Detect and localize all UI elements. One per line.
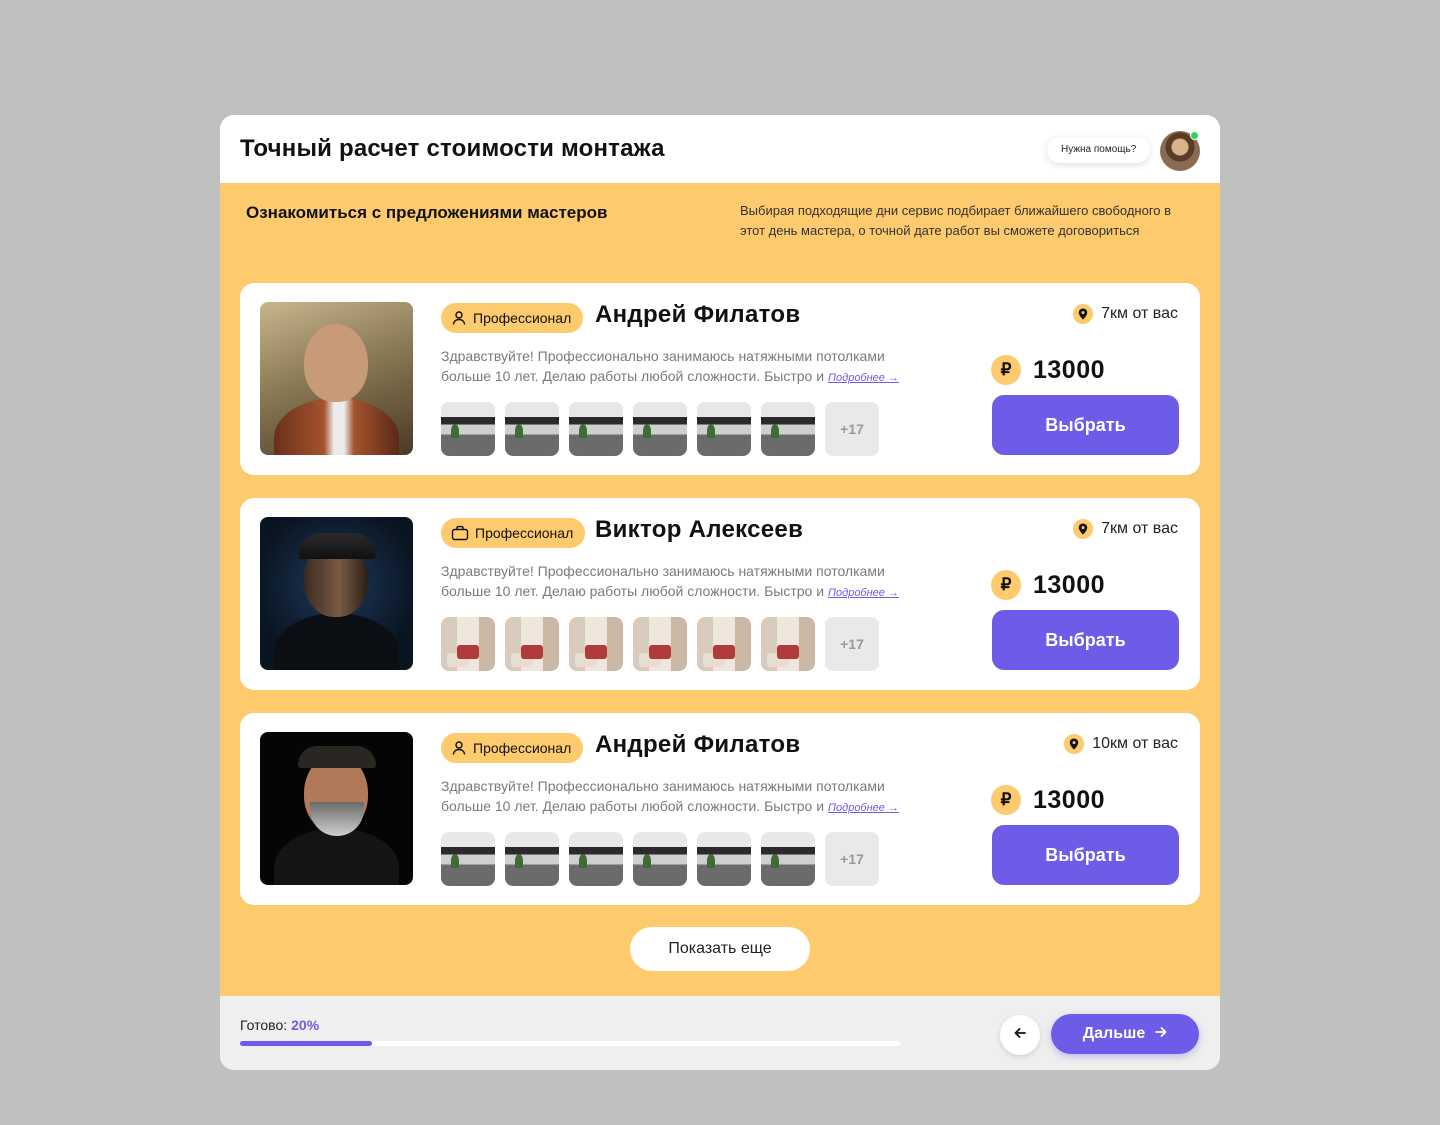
price-value: 13000 [1033, 785, 1106, 814]
section-description: Выбирая подходящие дни сервис подбирает … [740, 203, 1172, 238]
master-photo [260, 732, 413, 885]
location-pin-icon [1064, 734, 1085, 754]
work-photo[interactable] [633, 832, 687, 886]
work-photo[interactable] [761, 402, 815, 456]
briefcase-icon [451, 525, 469, 541]
footer: Готово: 20% Дальше [220, 996, 1220, 1070]
work-photo[interactable] [441, 402, 495, 456]
work-photo[interactable] [441, 832, 495, 886]
description-text: Здравствуйте! Профессионально занимаюсь … [441, 778, 885, 814]
price: ₽ 13000 [991, 355, 1105, 385]
more-link[interactable]: Подробнее → [828, 587, 899, 599]
distance: 10км от вас [1064, 734, 1178, 754]
work-photo[interactable] [505, 402, 559, 456]
work-photo[interactable] [633, 617, 687, 671]
work-photo[interactable] [505, 617, 559, 671]
master-description: Здравствуйте! Профессионально занимаюсь … [441, 776, 921, 818]
description-text: Здравствуйте! Профессионально занимаюсь … [441, 563, 885, 599]
ruble-icon: ₽ [991, 785, 1021, 815]
price-value: 13000 [1033, 570, 1106, 599]
master-card: Профессионал Виктор Алексеев Здравствуйт… [240, 498, 1200, 690]
header: Точный расчет стоимости монтажа Нужна по… [220, 115, 1220, 183]
badge-label: Профессионал [473, 310, 572, 326]
next-button[interactable]: Дальше [1051, 1014, 1199, 1054]
work-photo[interactable] [697, 832, 751, 886]
page-title: Точный расчет стоимости монтажа [240, 135, 665, 162]
price: ₽ 13000 [991, 785, 1105, 815]
master-photo [260, 302, 413, 455]
more-photos-button[interactable]: +17 [825, 832, 879, 886]
pro-badge: Профессионал [441, 303, 584, 333]
work-gallery: +17 [441, 402, 879, 456]
distance-text: 7км от вас [1101, 305, 1178, 322]
pro-badge: Профессионал [441, 518, 586, 548]
master-name: Виктор Алексеев [595, 516, 804, 543]
section-title: Ознакомиться с предложениями мастеров [246, 203, 608, 222]
master-card: Профессионал Андрей Филатов Здравствуйте… [240, 283, 1200, 475]
progress-label: Готово: 20% [240, 1017, 319, 1033]
progress-bar [240, 1041, 900, 1046]
location-pin-icon [1073, 304, 1094, 324]
master-photo [260, 517, 413, 670]
offers-section: Ознакомиться с предложениями мастеров Вы… [220, 183, 1220, 996]
help-button[interactable]: Нужна помощь? [1047, 137, 1151, 163]
master-name: Андрей Филатов [595, 301, 801, 328]
master-name: Андрей Филатов [595, 731, 801, 758]
distance: 7км от вас [1073, 519, 1178, 539]
master-card: Профессионал Андрей Филатов Здравствуйте… [240, 713, 1200, 905]
ready-value: 20% [291, 1017, 320, 1033]
online-status-dot [1190, 131, 1199, 140]
work-photo[interactable] [697, 617, 751, 671]
work-photo[interactable] [569, 402, 623, 456]
arrow-right-icon [1155, 1025, 1167, 1043]
progress-fill [240, 1041, 372, 1046]
work-photo[interactable] [441, 617, 495, 671]
work-photo[interactable] [697, 402, 751, 456]
badge-label: Профессионал [475, 525, 574, 541]
app-window: Точный расчет стоимости монтажа Нужна по… [220, 115, 1220, 1070]
distance-text: 7км от вас [1101, 520, 1178, 537]
work-gallery: +17 [441, 832, 879, 886]
description-text: Здравствуйте! Профессионально занимаюсь … [441, 348, 885, 384]
more-photos-button[interactable]: +17 [825, 617, 879, 671]
user-icon [451, 740, 467, 756]
back-button[interactable] [1000, 1015, 1040, 1055]
master-description: Здравствуйте! Профессионально занимаюсь … [441, 346, 921, 388]
arrow-left-icon [1014, 1026, 1026, 1044]
work-photo[interactable] [505, 832, 559, 886]
work-photo[interactable] [761, 617, 815, 671]
badge-label: Профессионал [473, 740, 572, 756]
master-description: Здравствуйте! Профессионально занимаюсь … [441, 561, 921, 603]
distance-text: 10км от вас [1092, 735, 1178, 752]
next-label: Дальше [1082, 1025, 1146, 1042]
more-photos-button[interactable]: +17 [825, 402, 879, 456]
show-more-button[interactable]: Показать еще [630, 927, 810, 971]
price-value: 13000 [1033, 355, 1106, 384]
location-pin-icon [1073, 519, 1094, 539]
ruble-icon: ₽ [991, 355, 1021, 385]
distance: 7км от вас [1073, 304, 1178, 324]
pro-badge: Профессионал [441, 733, 584, 763]
price: ₽ 13000 [991, 570, 1105, 600]
work-gallery: +17 [441, 617, 879, 671]
ready-label: Готово: [240, 1017, 288, 1033]
user-icon [451, 310, 467, 326]
more-link[interactable]: Подробнее → [828, 372, 899, 384]
select-button[interactable]: Выбрать [992, 395, 1179, 455]
work-photo[interactable] [633, 402, 687, 456]
select-button[interactable]: Выбрать [992, 610, 1179, 670]
select-button[interactable]: Выбрать [992, 825, 1179, 885]
work-photo[interactable] [761, 832, 815, 886]
work-photo[interactable] [569, 617, 623, 671]
more-link[interactable]: Подробнее → [828, 802, 899, 814]
work-photo[interactable] [569, 832, 623, 886]
ruble-icon: ₽ [991, 570, 1021, 600]
